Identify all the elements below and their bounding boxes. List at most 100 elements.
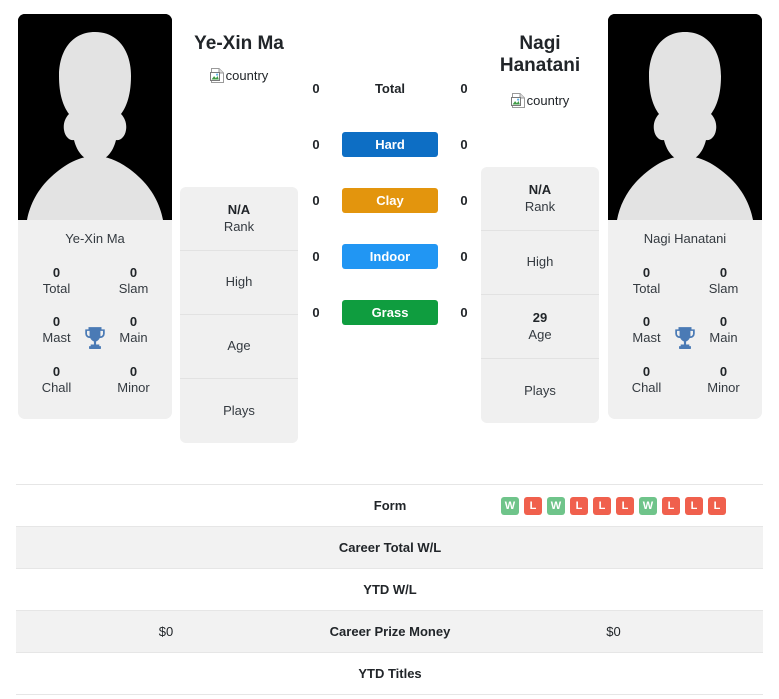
player-name-right: Nagi Hanatani [499, 33, 581, 77]
player-silhouette-icon [18, 14, 172, 220]
broken-image-icon [209, 68, 224, 83]
surface-row-clay: 0 Clay 0 [305, 172, 475, 228]
form-badge-loss: L [662, 496, 680, 515]
stat-label: Chall [41, 379, 72, 395]
stat-value: 0 [52, 264, 61, 280]
info-label: Plays [223, 402, 255, 418]
form-badge-loss: L [524, 496, 542, 515]
stat-slam-left: 0 Slam [95, 257, 172, 307]
surface-row-hard: 0 Hard 0 [305, 116, 475, 172]
stat-value: 0 [642, 264, 651, 280]
table-row-label: Career Total W/L [338, 540, 442, 555]
stat-value: 0 [719, 264, 728, 280]
form-badge-win: W [639, 496, 657, 515]
info-rank-right: N/A Rank [481, 167, 599, 231]
table-row-label: Career Prize Money [329, 624, 451, 639]
form-badge-loss: L [685, 496, 703, 515]
info-card-right: N/A Rank High 29 Age Plays [481, 167, 599, 423]
info-label: High [526, 254, 554, 270]
stat-minor-left: 0 Minor [95, 356, 172, 406]
table-row: YTD Titles [16, 653, 763, 695]
surface-row-grass: 0 Grass 0 [305, 284, 475, 340]
surface-row-indoor: 0 Indoor 0 [305, 228, 475, 284]
surface-value-right: 0 [460, 136, 468, 152]
surface-value-left: 0 [312, 304, 320, 320]
form-badge-loss: L [708, 496, 726, 515]
player-silhouette-icon [608, 14, 762, 220]
stat-chall-left: 0 Chall [18, 356, 95, 406]
country-flag-left: country [180, 68, 298, 83]
country-alt-text: country [526, 93, 570, 108]
info-plays-right: Plays [481, 359, 599, 423]
stat-total-left: 0 Total [18, 257, 95, 307]
stat-chall-right: 0 Chall [608, 356, 685, 406]
table-row-label: YTD Titles [358, 666, 422, 681]
stat-label: Minor [707, 379, 740, 395]
stat-label: Total [632, 280, 661, 296]
table-cell-left: $0 [158, 624, 174, 639]
stat-value: 0 [642, 363, 651, 379]
form-badge-loss: L [593, 496, 611, 515]
stat-label: Chall [631, 379, 662, 395]
form-badge-loss: L [616, 496, 634, 515]
info-value: N/A [227, 202, 251, 218]
stat-value: 0 [129, 363, 138, 379]
table-row: Career Total W/L [16, 527, 763, 569]
avatar-name-left: Ye-Xin Ma [65, 231, 125, 246]
info-age-left: Age [180, 315, 298, 379]
player-name-left: Ye-Xin Ma [194, 33, 284, 54]
trophy-icon [675, 327, 695, 349]
surface-label-hard: Hard [342, 131, 438, 157]
stat-value: 0 [129, 264, 138, 280]
table-row-label: YTD W/L [363, 582, 417, 597]
info-label: Age [227, 338, 251, 354]
avatar-name-right: Nagi Hanatani [643, 231, 727, 246]
info-high-right: High [481, 231, 599, 295]
country-flag-right: country [481, 93, 599, 108]
player-comparison-area: Ye-Xin Ma 0 Total 0 Slam 0 Mast 0 Main 0… [0, 0, 779, 478]
surface-label-clay: Clay [342, 187, 438, 213]
info-rank-left: N/A Rank [180, 187, 298, 251]
surface-value-left: 0 [312, 248, 320, 264]
stat-slam-right: 0 Slam [685, 257, 762, 307]
avatar-left [18, 14, 172, 220]
table-cell-right: $0 [606, 624, 621, 639]
table-cell-right: WLWLLLWLLL [464, 496, 763, 515]
surface-value-left: 0 [312, 136, 320, 152]
player-card-right: Nagi Hanatani 0 Total 0 Slam 0 Mast 0 Ma… [608, 14, 762, 420]
surface-value-right: 0 [460, 80, 468, 96]
surface-value-right: 0 [460, 192, 468, 208]
titles-grid-right: 0 Total 0 Slam 0 Mast 0 Main 0 Chall 0 M… [608, 257, 762, 420]
info-card-left: N/A Rank High Age Plays [180, 187, 298, 443]
stat-label: Total [42, 280, 71, 296]
info-label: Age [528, 326, 552, 342]
info-plays-left: Plays [180, 379, 298, 443]
info-value: 29 [532, 310, 548, 326]
surface-label-indoor: Indoor [342, 243, 438, 269]
table-row: Form W L W L L L W L L L [16, 485, 763, 527]
surface-value-left: 0 [312, 192, 320, 208]
stat-total-right: 0 Total [608, 257, 685, 307]
surface-row-total: 0 Total 0 [305, 60, 475, 116]
surface-value-right: 0 [460, 304, 468, 320]
titles-grid-left: 0 Total 0 Slam 0 Mast 0 Main 0 Chall 0 M… [18, 257, 172, 420]
stat-label: Slam [118, 280, 149, 296]
info-label: Rank [223, 218, 255, 234]
surface-label-grass: Grass [342, 299, 438, 325]
info-label: Plays [524, 382, 556, 398]
stat-label: Slam [708, 280, 739, 296]
info-label: High [225, 274, 253, 290]
form-strip-right: WLWLLLWLLL [501, 496, 726, 515]
surface-value-right: 0 [460, 248, 468, 264]
info-high-left: High [180, 251, 298, 315]
avatar-right [608, 14, 762, 220]
form-badge-loss: L [570, 496, 588, 515]
trophy-icon [85, 327, 105, 349]
stat-label: Minor [117, 379, 150, 395]
table-row: YTD W/L [16, 569, 763, 611]
surface-breakdown-list: 0 Total 0 0 Hard 0 0 Clay 0 0 Indoor 0 0 Grass 0 [305, 60, 475, 340]
stat-value: 0 [719, 363, 728, 379]
table-row-label: Form [373, 498, 407, 513]
stat-value: 0 [52, 363, 61, 379]
table-row: $0 Career Prize Money $0 [16, 611, 763, 653]
